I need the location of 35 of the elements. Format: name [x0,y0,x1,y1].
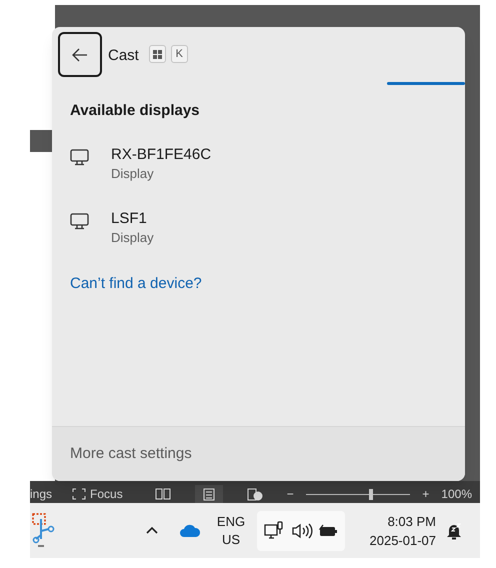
display-type: Display [111,164,155,182]
speaker-icon [290,522,313,538]
print-layout-icon[interactable] [194,484,223,504]
back-button[interactable] [58,32,102,77]
display-type: Display [111,228,154,246]
zoom-in-button[interactable]: + [422,487,430,501]
focus-button[interactable]: Focus [72,487,123,501]
windows-key-icon [148,45,166,63]
settings-link[interactable]: More cast settings [70,442,192,466]
display-list-item[interactable]: RX-BF1FE46C Display [70,144,447,182]
zoom-out-button[interactable]: − [286,487,294,501]
chevron-up-icon[interactable] [145,526,159,535]
shortcut-key: K [170,45,188,63]
status-label: ings [30,487,52,501]
zoom-level: 100% [441,487,472,501]
bell-snooze-icon[interactable] [446,522,462,540]
help-link[interactable]: Can’t find a device? [70,272,202,295]
back-arrow-icon [72,48,88,62]
display-name: RX-BF1FE46C [111,144,212,164]
cloud-icon[interactable] [179,524,201,538]
display-list-item[interactable]: LSF1 Display [70,208,447,246]
monitor-icon [70,212,89,230]
system-tray-group[interactable] [257,510,345,550]
monitor-icon [70,148,89,166]
language-indicator[interactable]: ENG US [213,512,249,548]
focus-icon [72,488,86,500]
slider-thumb[interactable] [369,488,374,500]
battery-icon [318,524,338,538]
web-layout-icon[interactable] [246,488,263,500]
clock[interactable]: 8:03 PM 2025-01-07 [370,512,436,550]
section-heading: Available displays [70,101,200,121]
display-name: LSF1 [111,208,148,228]
flyout-title: Cast [108,46,139,66]
read-mode-icon[interactable] [154,488,171,500]
zoom-slider[interactable] [306,488,410,500]
